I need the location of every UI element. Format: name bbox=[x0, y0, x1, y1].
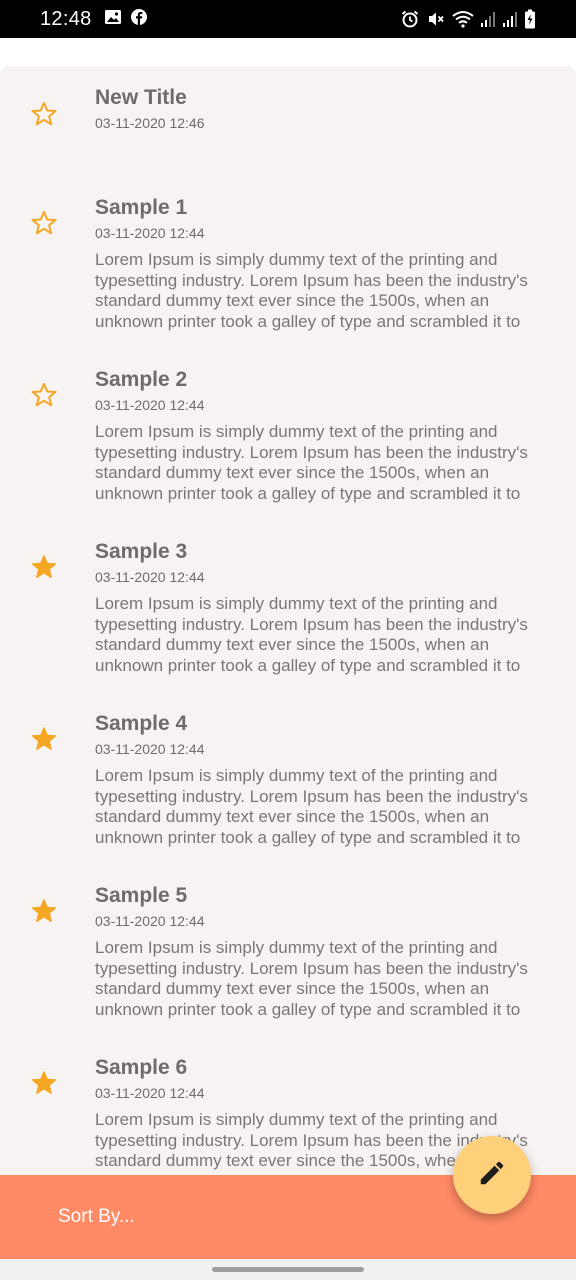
note-item[interactable]: Sample 3 03-11-2020 12:44 Lorem Ipsum is… bbox=[0, 518, 576, 690]
facebook-icon bbox=[130, 8, 148, 31]
note-date: 03-11-2020 12:44 bbox=[95, 741, 205, 757]
note-date: 03-11-2020 12:46 bbox=[95, 115, 205, 131]
signal-icon bbox=[502, 10, 518, 33]
note-title: Sample 1 bbox=[95, 196, 188, 219]
note-date: 03-11-2020 12:44 bbox=[95, 397, 205, 413]
star-filled-icon[interactable] bbox=[30, 897, 58, 925]
note-item[interactable]: Sample 4 03-11-2020 12:44 Lorem Ipsum is… bbox=[0, 690, 576, 862]
note-date: 03-11-2020 12:44 bbox=[95, 1085, 205, 1101]
note-body: Lorem Ipsum is simply dummy text of the … bbox=[95, 594, 528, 676]
home-gesture-handle[interactable] bbox=[212, 1267, 364, 1272]
battery-icon bbox=[524, 9, 536, 34]
sort-by-button[interactable]: Sort By... bbox=[58, 1206, 135, 1228]
note-body: Lorem Ipsum is simply dummy text of the … bbox=[95, 422, 528, 504]
note-body: Lorem Ipsum is simply dummy text of the … bbox=[95, 938, 528, 1020]
star-outline-icon[interactable] bbox=[30, 100, 58, 128]
note-title: Sample 2 bbox=[95, 368, 188, 391]
mute-icon bbox=[426, 9, 446, 34]
star-filled-icon[interactable] bbox=[30, 1069, 58, 1097]
wifi-icon bbox=[452, 9, 474, 34]
note-item[interactable]: Sample 5 03-11-2020 12:44 Lorem Ipsum is… bbox=[0, 862, 576, 1034]
pencil-icon bbox=[477, 1158, 507, 1193]
note-date: 03-11-2020 12:44 bbox=[95, 913, 205, 929]
status-time: 12:48 bbox=[40, 7, 92, 30]
star-filled-icon[interactable] bbox=[30, 553, 58, 581]
star-filled-icon[interactable] bbox=[30, 725, 58, 753]
note-date: 03-11-2020 12:44 bbox=[95, 225, 205, 241]
alarm-icon bbox=[400, 9, 420, 34]
star-outline-icon[interactable] bbox=[30, 209, 58, 237]
note-title: Sample 3 bbox=[95, 540, 188, 563]
note-title: Sample 5 bbox=[95, 884, 188, 907]
edit-fab-button[interactable] bbox=[453, 1136, 531, 1214]
note-title: New Title bbox=[95, 86, 187, 109]
note-title: Sample 6 bbox=[95, 1056, 188, 1079]
note-item[interactable]: Sample 1 03-11-2020 12:44 Lorem Ipsum is… bbox=[0, 174, 576, 346]
note-item[interactable]: New Title 03-11-2020 12:46 bbox=[0, 66, 576, 174]
system-nav-bar bbox=[0, 1259, 576, 1280]
signal-icon bbox=[480, 10, 496, 33]
note-item[interactable]: Sample 2 03-11-2020 12:44 Lorem Ipsum is… bbox=[0, 346, 576, 518]
status-bar: 12:48 bbox=[0, 0, 576, 38]
note-body: Lorem Ipsum is simply dummy text of the … bbox=[95, 766, 528, 848]
image-icon bbox=[104, 8, 122, 31]
note-date: 03-11-2020 12:44 bbox=[95, 569, 205, 585]
note-title: Sample 4 bbox=[95, 712, 188, 735]
note-body: Lorem Ipsum is simply dummy text of the … bbox=[95, 250, 528, 332]
star-outline-icon[interactable] bbox=[30, 381, 58, 409]
notes-list: New Title 03-11-2020 12:46 Sample 1 03-1… bbox=[0, 66, 576, 1276]
